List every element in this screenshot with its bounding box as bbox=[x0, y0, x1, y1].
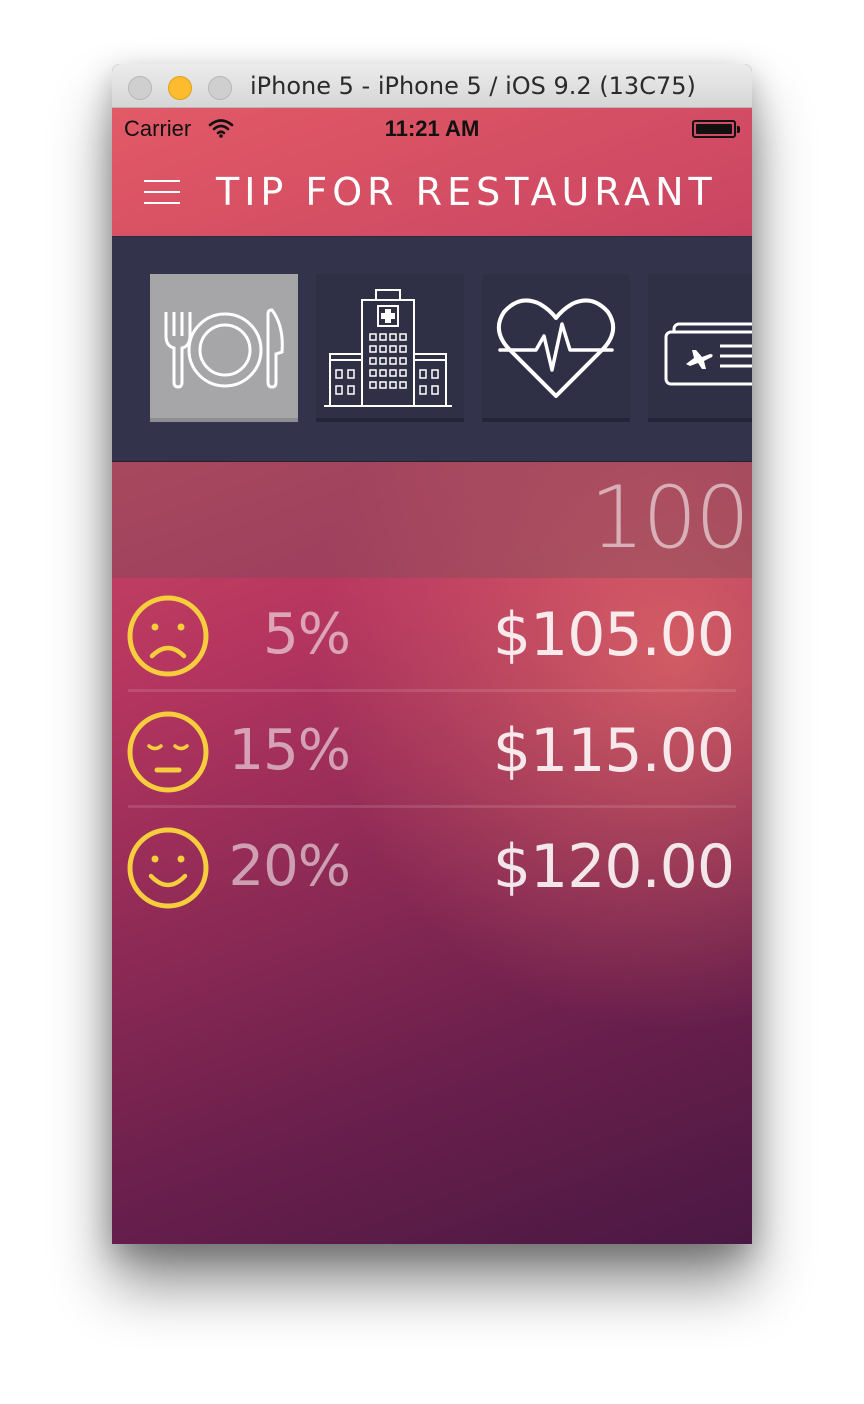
heart-health-icon bbox=[496, 298, 616, 398]
app-screen: Carrier 11:21 AM TIP FOR RESTAURANT 100 … bbox=[112, 108, 752, 1244]
close-button[interactable] bbox=[128, 76, 152, 100]
hospital-icon bbox=[324, 289, 452, 407]
row-divider bbox=[128, 805, 736, 808]
category-health[interactable] bbox=[482, 274, 630, 422]
simulator-window: iPhone 5 - iPhone 5 / iOS 9.2 (13C75) Ca… bbox=[112, 64, 752, 1244]
window-titlebar: iPhone 5 - iPhone 5 / iOS 9.2 (13C75) bbox=[112, 64, 752, 108]
tip-percent: 5% bbox=[263, 602, 351, 667]
battery-icon bbox=[692, 120, 740, 138]
tip-total: $105.00 bbox=[492, 600, 735, 670]
row-divider bbox=[128, 689, 736, 692]
tip-total: $120.00 bbox=[492, 832, 735, 902]
restaurant-plate-icon bbox=[164, 308, 284, 389]
neutral-face-icon bbox=[127, 711, 209, 793]
category-restaurant[interactable] bbox=[150, 274, 298, 422]
sad-face-icon bbox=[127, 595, 209, 677]
flight-ticket-icon bbox=[664, 322, 752, 386]
page-title: TIP FOR RESTAURANT bbox=[216, 170, 717, 214]
category-selector bbox=[112, 236, 752, 462]
hamburger-menu-icon[interactable] bbox=[144, 178, 180, 206]
status-time: 11:21 AM bbox=[384, 116, 480, 141]
tip-row[interactable]: 15% $115.00 bbox=[112, 694, 752, 808]
tip-total: $115.00 bbox=[492, 716, 735, 786]
bill-amount-row[interactable]: 100 bbox=[112, 462, 752, 578]
maximize-button[interactable] bbox=[208, 76, 232, 100]
category-travel[interactable] bbox=[648, 274, 752, 422]
tip-percent: 15% bbox=[228, 718, 351, 783]
minimize-button[interactable] bbox=[168, 76, 192, 100]
tip-row[interactable]: 5% $105.00 bbox=[112, 578, 752, 692]
tip-percent: 20% bbox=[228, 834, 351, 899]
bill-amount[interactable]: 100 bbox=[590, 468, 750, 568]
category-hospital[interactable] bbox=[316, 274, 464, 422]
status-bar: Carrier 11:21 AM bbox=[112, 108, 752, 148]
window-title: iPhone 5 - iPhone 5 / iOS 9.2 (13C75) bbox=[250, 72, 696, 100]
tip-row[interactable]: 20% $120.00 bbox=[112, 810, 752, 924]
smile-face-icon bbox=[127, 827, 209, 909]
navigation-bar: TIP FOR RESTAURANT bbox=[112, 148, 752, 236]
